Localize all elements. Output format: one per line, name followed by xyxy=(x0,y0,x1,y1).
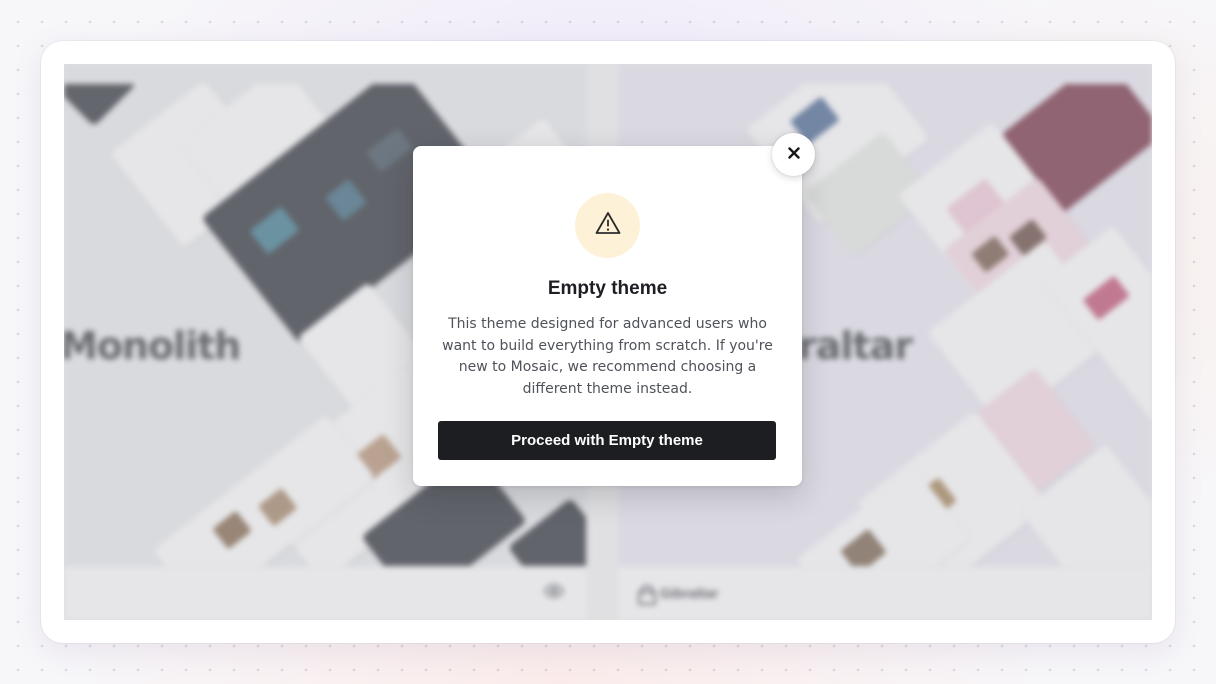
dialog-message: This theme designed for advanced users w… xyxy=(442,316,773,397)
proceed-with-empty-theme-button[interactable]: Proceed with Empty theme xyxy=(438,421,776,460)
dialog-title: Empty theme xyxy=(547,278,668,299)
warning-triangle-icon xyxy=(595,211,621,240)
warning-badge xyxy=(575,193,640,258)
close-dialog-button[interactable] xyxy=(772,133,815,176)
close-icon xyxy=(787,146,800,164)
empty-theme-dialog: Empty theme This theme designed for adva… xyxy=(413,146,802,486)
